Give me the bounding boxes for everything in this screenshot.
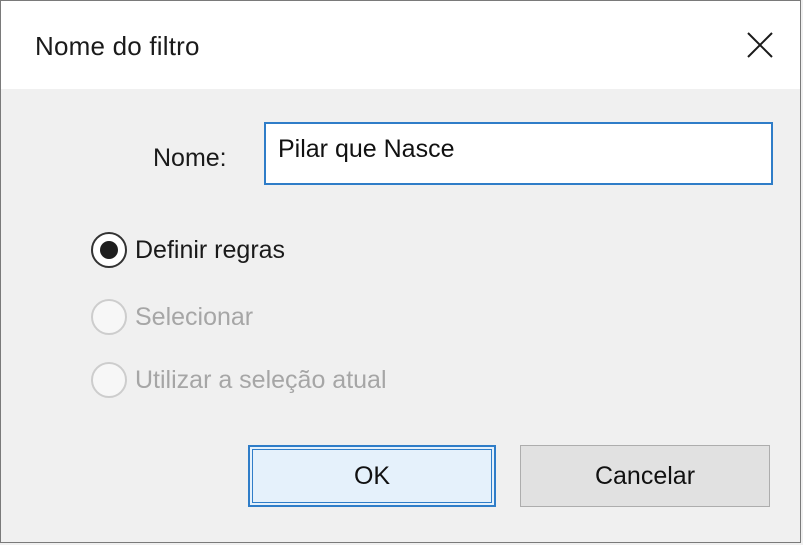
radio-define-rules[interactable]: Definir regras [91, 232, 285, 268]
close-icon [745, 30, 775, 60]
dialog-title: Nome do filtro [35, 31, 200, 61]
ok-button[interactable]: OK [248, 445, 496, 507]
radio-checked-icon [91, 232, 127, 268]
filter-name-input[interactable] [264, 122, 773, 185]
name-label: Nome: [153, 144, 227, 172]
cancel-button[interactable]: Cancelar [520, 445, 770, 507]
radio-use-current-selection: Utilizar a seleção atual [91, 362, 387, 398]
radio-select: Selecionar [91, 299, 253, 335]
radio-use-current-selection-label: Utilizar a seleção atual [135, 365, 387, 394]
title-bar: Nome do filtro [1, 1, 800, 89]
close-button[interactable] [720, 1, 800, 89]
radio-define-rules-label: Definir regras [135, 235, 286, 264]
filter-name-dialog: Nome do filtro Nome: Definir regras Sele… [0, 0, 801, 543]
radio-unchecked-icon [91, 299, 127, 335]
radio-unchecked-icon [91, 362, 127, 398]
radio-select-label: Selecionar [135, 302, 254, 331]
